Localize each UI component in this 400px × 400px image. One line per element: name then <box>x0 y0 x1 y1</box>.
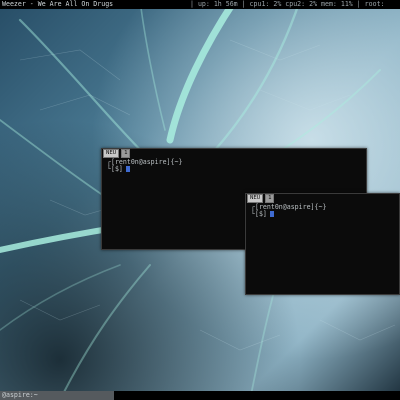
tab-index[interactable]: 1 <box>265 194 275 203</box>
status-bar: Weezer - We Are All On Drugs | up: 1h 56… <box>0 0 400 9</box>
text-cursor <box>125 166 130 172</box>
prompt-line-2: └[$] <box>251 210 274 218</box>
terminal-window[interactable]: NEU 1 ┌[rent0n@aspire]{~} └[$] <box>245 193 400 295</box>
prompt-symbol: └[$] <box>251 210 267 218</box>
prompt-line-2: └[$] <box>107 165 130 173</box>
tab-label[interactable]: NEU <box>103 149 120 158</box>
terminal-tabbar: NEU 1 <box>246 194 275 203</box>
terminal-tabbar: NEU 1 <box>102 149 131 158</box>
now-playing-text: Weezer - We Are All On Drugs <box>2 0 114 8</box>
tab-label[interactable]: NEU <box>247 194 264 203</box>
prompt-symbol: └[$] <box>107 165 123 173</box>
bottom-bar: @aspire:~ <box>0 391 400 400</box>
location-label: @aspire:~ <box>0 391 114 400</box>
tab-index[interactable]: 1 <box>121 149 131 158</box>
system-stats-text: | up: 1h 56m | cpu1: 2% cpu2: 2% mem: 11… <box>190 0 385 8</box>
text-cursor <box>269 211 274 217</box>
